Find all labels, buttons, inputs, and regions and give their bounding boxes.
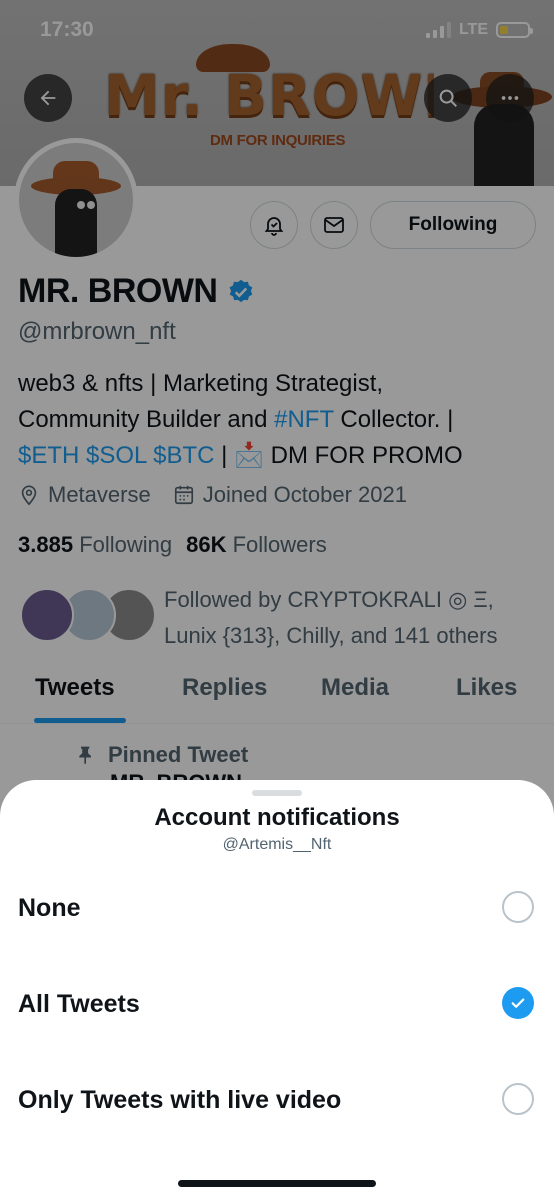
sheet-title: Account notifications	[154, 804, 400, 831]
radio-checked[interactable]	[502, 987, 534, 1019]
option-none[interactable]: None	[0, 874, 554, 946]
radio-unchecked[interactable]	[502, 1083, 534, 1115]
sheet-subtitle: @Artemis__Nft	[222, 836, 332, 853]
sheet-grabber[interactable]	[252, 790, 302, 796]
option-label: Only Tweets with live video	[18, 1086, 342, 1114]
checkmark-icon	[511, 998, 525, 1008]
account-notifications-sheet: Account notifications @Artemis__Nft None…	[0, 780, 554, 1200]
option-label: All Tweets	[18, 990, 140, 1018]
option-live-video[interactable]: Only Tweets with live video	[0, 1066, 554, 1138]
radio-unchecked[interactable]	[502, 891, 534, 923]
home-indicator[interactable]	[178, 1180, 376, 1187]
option-all-tweets[interactable]: All Tweets	[0, 970, 554, 1042]
option-label: None	[18, 894, 81, 922]
